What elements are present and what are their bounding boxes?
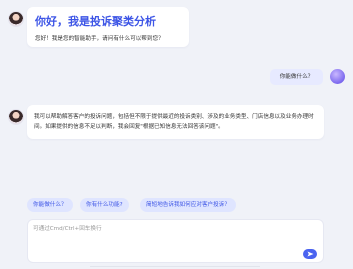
bot-answer-text: 我可以帮助解答客户的投诉问题，包括但不限于提供最近的投诉类别、涉及的业务类型、门… [34, 114, 314, 130]
greeting-card: 你好，我是投诉聚类分析 您好！我是您的智能助手，请问有什么可以帮到您？ [27, 7, 189, 47]
send-button[interactable] [303, 249, 317, 259]
greeting-subtitle: 您好！我是您的智能助手，请问有什么可以帮到您？ [35, 36, 164, 42]
message-input[interactable] [33, 223, 283, 235]
suggestion-chip-2[interactable]: 你有什么功能? [80, 198, 129, 212]
bot-answer-card: 我可以帮助解答客户的投诉问题，包括但不限于提供最近的投诉类别、涉及的业务类型、门… [27, 105, 324, 139]
message-composer [27, 219, 324, 263]
bot-avatar-icon [8, 11, 24, 27]
suggestion-chip-1[interactable]: 你能做什么？ [27, 198, 73, 212]
suggestion-chip-3[interactable]: 简短地告诉我如何应对客户投诉？ [140, 198, 236, 212]
user-avatar-icon [330, 69, 345, 84]
user-message: 你能做什么？ [270, 69, 323, 85]
send-icon [307, 251, 313, 257]
bot-avatar-icon [8, 109, 24, 125]
greeting-title: 你好，我是投诉聚类分析 [35, 15, 156, 28]
